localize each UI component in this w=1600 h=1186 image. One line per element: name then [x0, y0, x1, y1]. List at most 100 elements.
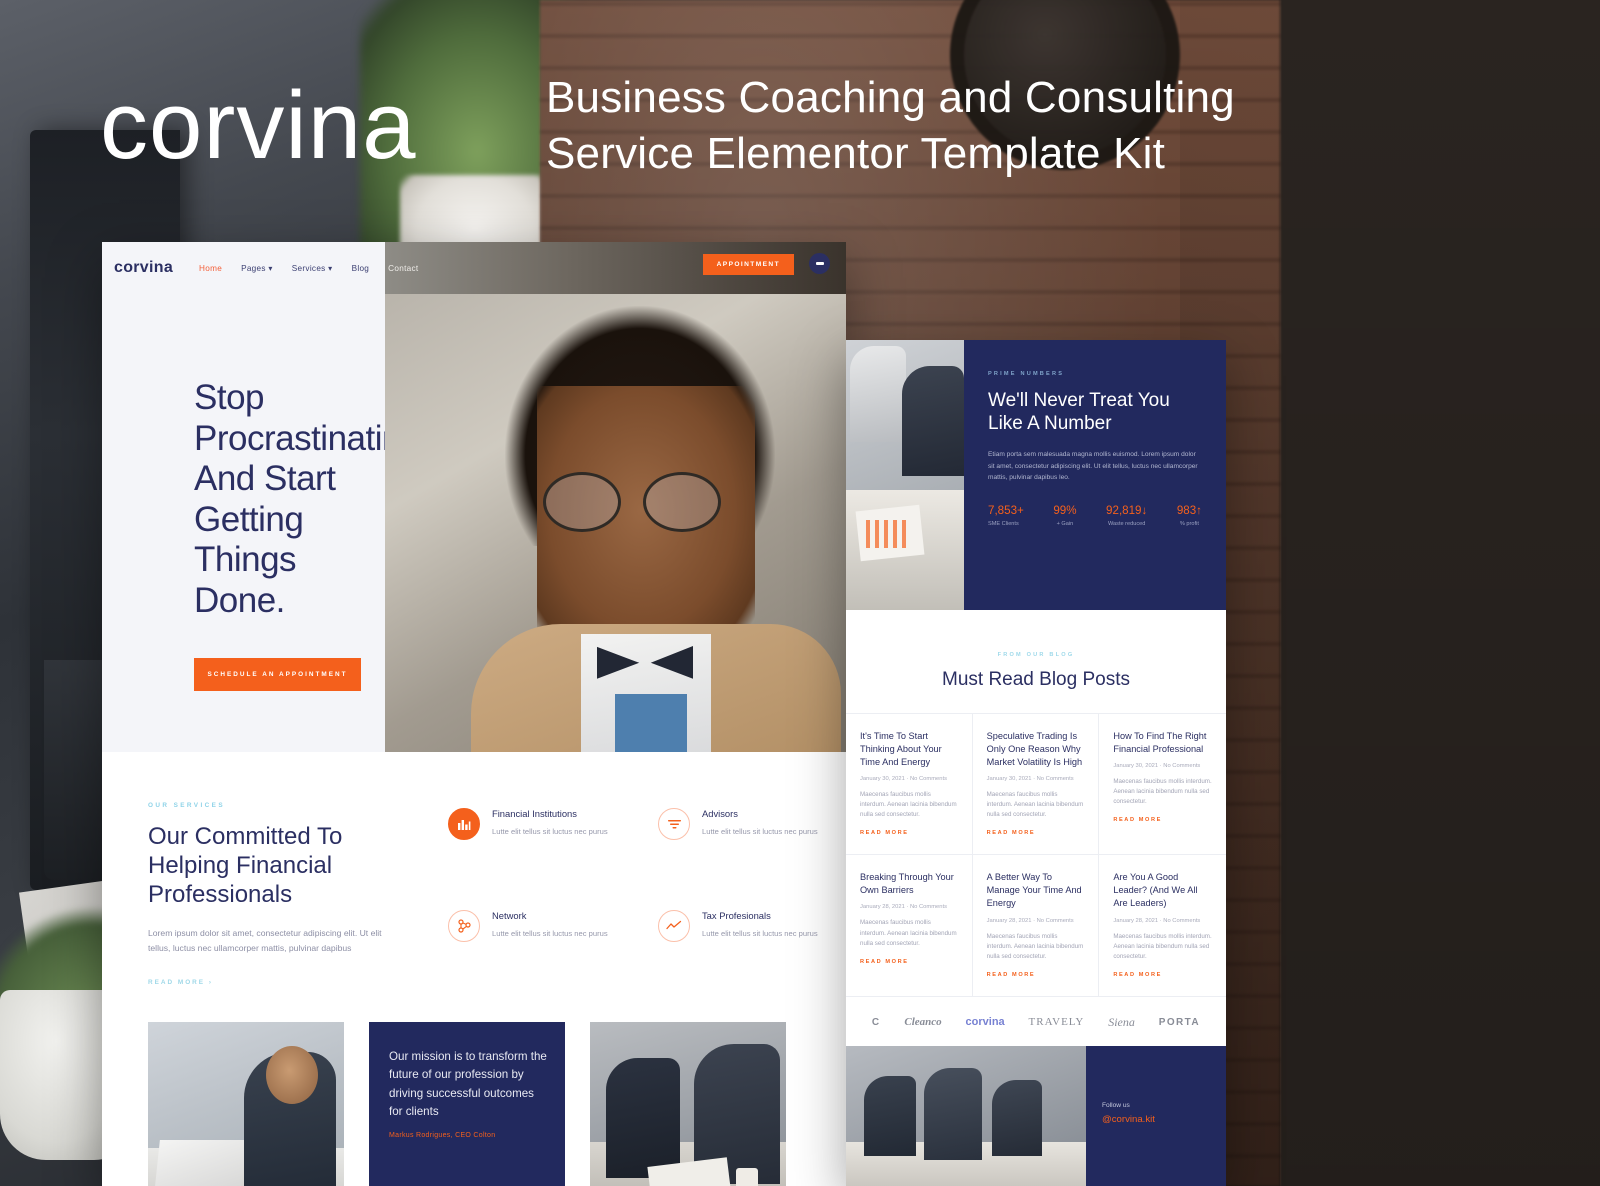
hero-heading-line-5: Done.: [194, 580, 285, 620]
blog-read-more-link[interactable]: READ MORE: [860, 959, 958, 965]
nav-item-pages-label: Pages: [241, 264, 266, 273]
bar-chart-icon: [448, 808, 480, 840]
services-heading: Our Committed To Helping Financial Profe…: [148, 823, 448, 909]
promo-title-line-1: Business Coaching and Consulting: [546, 73, 1235, 122]
services-heading-line-3: Professionals: [148, 880, 293, 908]
trend-line-icon: [658, 909, 690, 942]
service-title: Network: [492, 909, 527, 921]
appointment-button[interactable]: APPOINTMENT: [702, 254, 794, 275]
schedule-appointment-button[interactable]: SCHEDULE AN APPOINTMENT: [194, 657, 361, 691]
blog-read-more-link[interactable]: READ MORE: [987, 830, 1085, 836]
client-logo-porta: PORTA: [1158, 1016, 1201, 1028]
hero-heading-line-4: Getting Things: [194, 499, 304, 580]
blog-post-card[interactable]: A Better Way To Manage Your Time And Ene…: [972, 855, 1100, 997]
hero-heading-line-2: Procrastinating: [194, 418, 420, 458]
service-title: Advisors: [702, 808, 738, 819]
blog-heading: Must Read Blog Posts: [942, 669, 1130, 690]
footer-follow-label: Follow us: [1102, 1101, 1130, 1109]
blog-section: FROM OUR BLOG Must Read Blog Posts It's …: [846, 610, 1226, 997]
services-heading-line-2: Helping Financial: [148, 851, 333, 879]
services-section: OUR SERVICES Our Committed To Helping Fi…: [102, 752, 846, 986]
stat-item: 99% + Gain: [1053, 504, 1076, 527]
services-read-more-link[interactable]: READ MORE ›: [148, 979, 448, 986]
service-desc: Lutte elit tellus sit luctus nec purus: [702, 928, 818, 938]
footer-photo: [846, 1045, 1086, 1186]
blog-read-more-link[interactable]: READ MORE: [1113, 972, 1212, 978]
mission-card: Our mission is to transform the future o…: [369, 1021, 565, 1186]
bottom-cards-row: Our mission is to transform the future o…: [102, 1021, 846, 1186]
brand-logo: corvina: [100, 72, 417, 179]
navbar-logo[interactable]: corvina: [114, 259, 173, 277]
blog-post-card[interactable]: Are You A Good Leader? (And We All Are L…: [1099, 855, 1226, 997]
service-item[interactable]: Financial Institutions Lutte elit tellus…: [448, 808, 636, 884]
services-heading-line-1: Our Committed To: [148, 823, 343, 850]
service-desc: Lutte elit tellus sit luctus nec purus: [492, 928, 608, 938]
blog-eyebrow: FROM OUR BLOG: [997, 652, 1075, 658]
nav-item-blog[interactable]: Blog: [352, 264, 370, 273]
service-item[interactable]: Network Lutte elit tellus sit luctus nec…: [448, 909, 636, 986]
stat-label: % profit: [1179, 521, 1199, 528]
prime-numbers-heading: We'll Never Treat You Like A Number: [988, 389, 1202, 436]
hero-image: [385, 294, 846, 752]
service-item[interactable]: Advisors Lutte elit tellus sit luctus ne…: [658, 808, 846, 884]
prime-numbers-content: PRIME NUMBERS We'll Never Treat You Like…: [964, 340, 1226, 610]
navbar-links: Home Pages ▾ Services ▾ Blog Contact: [199, 263, 418, 274]
hero-content: Stop Procrastinating And Start Getting T…: [102, 294, 420, 752]
meeting-person-2: [902, 366, 964, 476]
blog-post-title: Breaking Through Your Own Barriers: [860, 872, 954, 896]
nav-item-services-label: Services: [291, 264, 326, 273]
services-read-more-label: READ MORE: [148, 978, 206, 986]
arrow-right-icon: ›: [208, 978, 213, 986]
blog-post-meta: January 30, 2021 · No Comments: [1113, 763, 1201, 770]
chevron-down-icon: ▾: [328, 264, 333, 273]
chevron-down-icon: ▾: [268, 264, 273, 273]
services-paragraph: Lorem ipsum dolor sit amet, consectetur …: [148, 928, 382, 954]
stat-item: 983↑ % profit: [1177, 504, 1202, 527]
mission-byline: Markus Rodrigues, CEO Colton: [389, 1132, 496, 1140]
blog-post-card[interactable]: Breaking Through Your Own Barriers Janua…: [846, 855, 973, 997]
blog-post-meta: January 28, 2021 · No Comments: [860, 904, 947, 911]
card-coffee-cup: [736, 1167, 758, 1186]
right-site-mockup: PRIME NUMBERS We'll Never Treat You Like…: [846, 340, 1226, 1186]
footer-social-handle[interactable]: @corvina.kit: [1102, 1114, 1226, 1125]
stat-value: 983↑: [1176, 504, 1202, 518]
blog-post-excerpt: Maecenas faucibus mollis interdum. Aenea…: [986, 791, 1084, 819]
blog-read-more-link[interactable]: READ MORE: [860, 830, 958, 836]
nav-item-services[interactable]: Services ▾: [292, 263, 333, 273]
blog-read-more-link[interactable]: READ MORE: [1113, 817, 1212, 823]
nav-item-pages[interactable]: Pages ▾: [241, 263, 273, 273]
blog-post-card[interactable]: Speculative Trading Is Only One Reason W…: [972, 714, 1100, 856]
stat-value: 7,853+: [988, 504, 1024, 518]
mission-text: Our mission is to transform the future o…: [389, 1049, 547, 1118]
prime-numbers-photo: [846, 340, 964, 610]
footer-section: Follow us @corvina.kit: [846, 1045, 1226, 1186]
blog-post-excerpt: Maecenas faucibus mollis interdum. Aenea…: [1113, 932, 1212, 960]
nav-item-home[interactable]: Home: [199, 264, 222, 273]
blog-post-card[interactable]: How To Find The Right Financial Professi…: [1099, 714, 1226, 856]
stat-label: Waste reduced: [1107, 521, 1146, 528]
hero-section: Stop Procrastinating And Start Getting T…: [102, 294, 846, 752]
stat-label: + Gain: [1056, 521, 1074, 528]
blog-read-more-link[interactable]: READ MORE: [987, 972, 1085, 978]
blog-post-meta: January 28, 2021 · No Comments: [1113, 917, 1201, 924]
blog-post-card[interactable]: It's Time To Start Thinking About Your T…: [846, 714, 973, 856]
photo-card-right: [590, 1021, 786, 1186]
prime-numbers-eyebrow: PRIME NUMBERS: [988, 371, 1065, 377]
footer-follow-box: Follow us @corvina.kit: [1086, 1045, 1226, 1186]
stats-row: 7,853+ SME Clients 99% + Gain 92,819↓ Wa…: [988, 504, 1202, 527]
stat-value: 92,819↓: [1106, 504, 1148, 518]
prime-heading-line-1: We'll Never Treat You: [988, 390, 1170, 411]
blog-post-title: Speculative Trading Is Only One Reason W…: [986, 731, 1083, 768]
cart-icon[interactable]: [809, 253, 830, 274]
left-site-mockup: corvina Home Pages ▾ Services ▾ Blog Con…: [102, 242, 846, 1186]
stat-value: 99%: [1053, 504, 1077, 518]
blog-post-meta: January 28, 2021 · No Comments: [986, 917, 1074, 924]
client-logos-row: C Cleanco corvina TRAVELY Siena PORTA: [846, 997, 1226, 1046]
prime-numbers-paragraph: Etiam porta sem malesuada magna mollis e…: [988, 450, 1198, 482]
service-item[interactable]: Tax Profesionals Lutte elit tellus sit l…: [658, 909, 846, 986]
client-logo-travely: TRAVELY: [1028, 1016, 1085, 1029]
nav-item-contact[interactable]: Contact: [388, 264, 418, 273]
services-grid: Financial Institutions Lutte elit tellus…: [448, 802, 846, 986]
prime-numbers-section: PRIME NUMBERS We'll Never Treat You Like…: [846, 340, 1226, 610]
blog-post-excerpt: Maecenas faucibus mollis interdum. Aenea…: [986, 932, 1084, 960]
